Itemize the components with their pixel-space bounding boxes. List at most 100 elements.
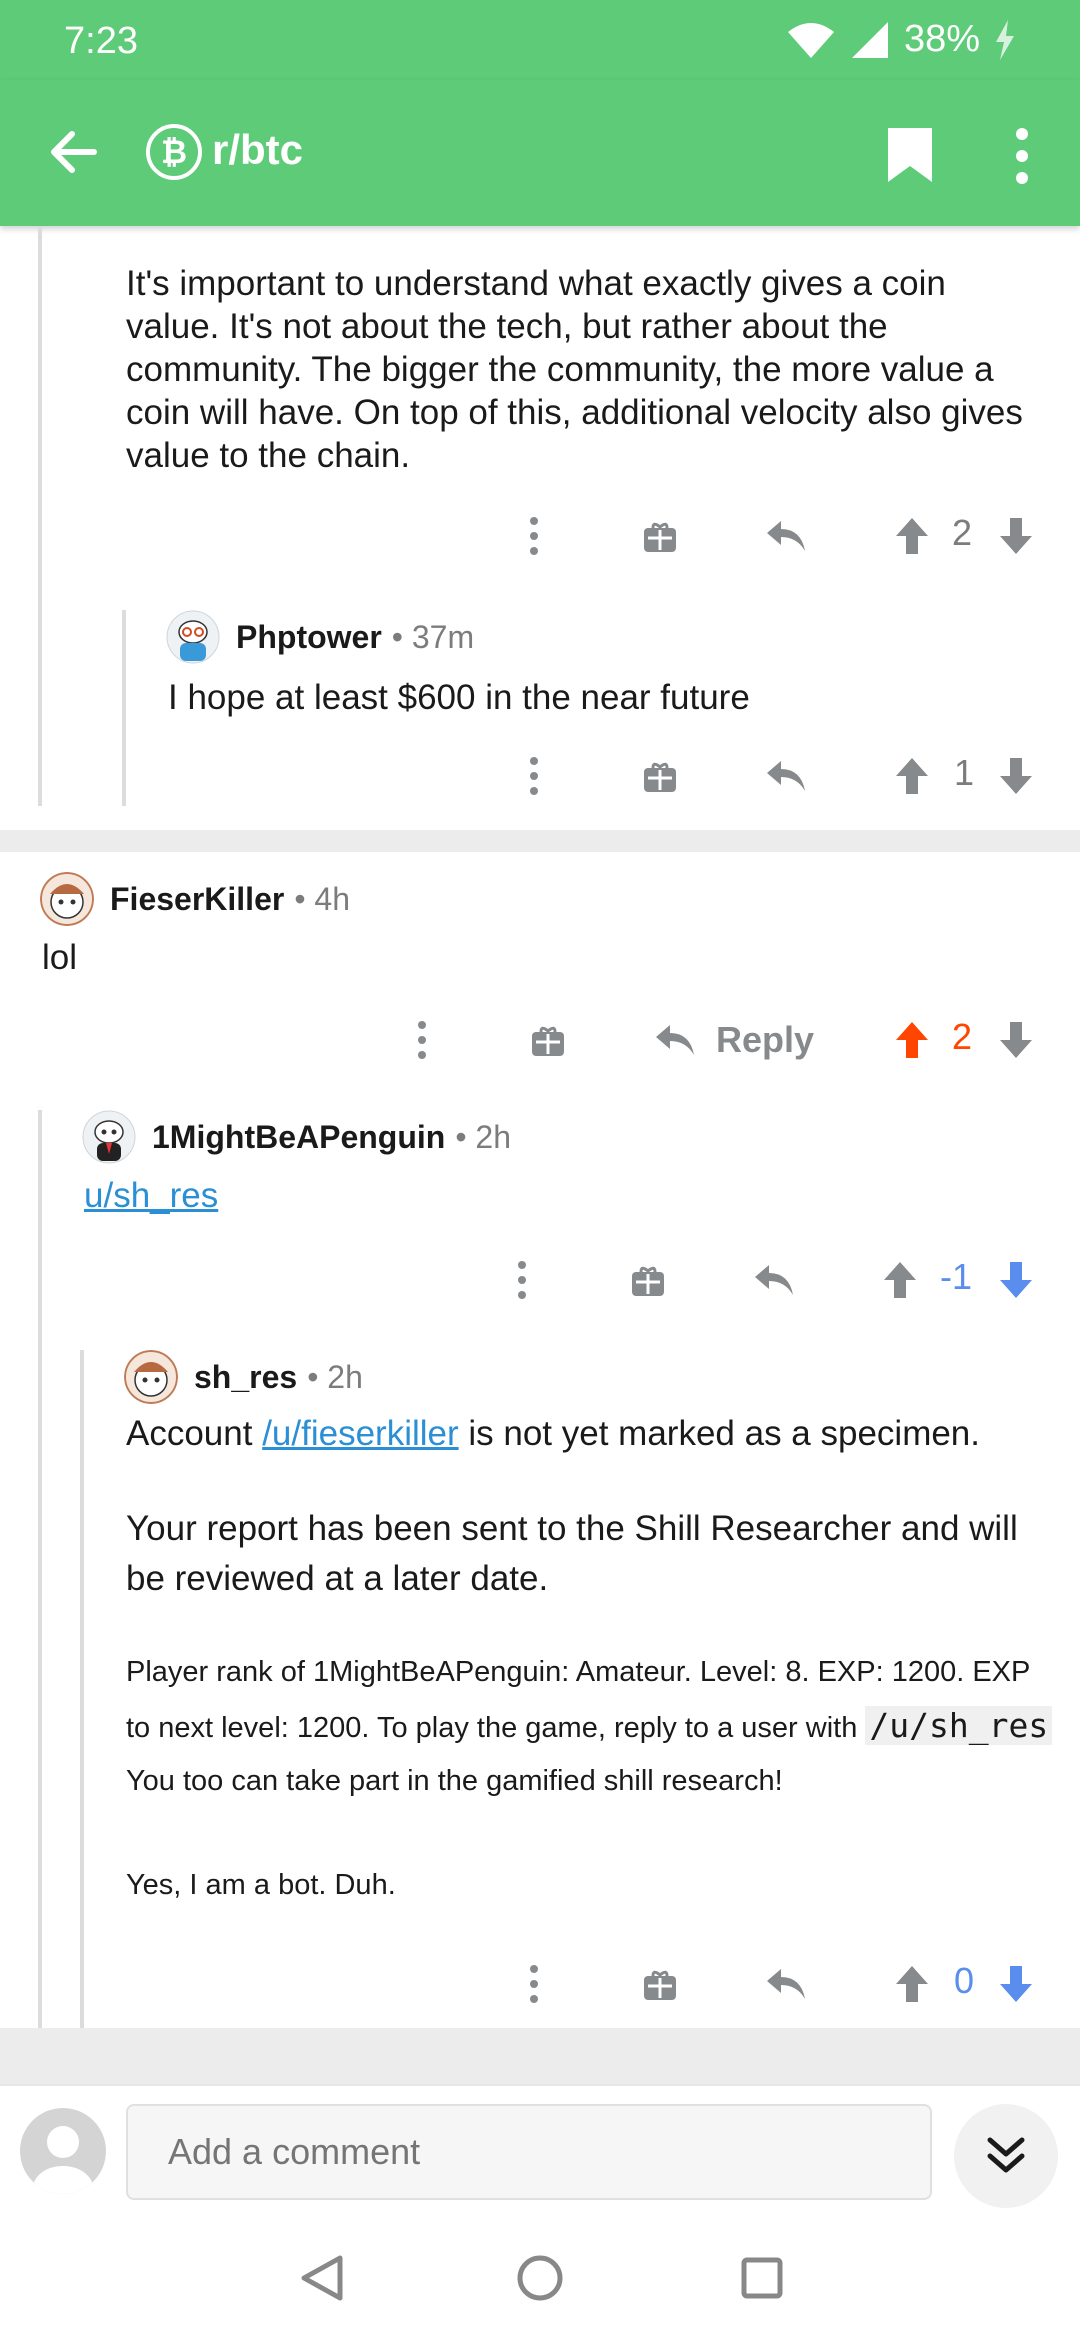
gift-icon (644, 522, 676, 552)
author-name[interactable]: 1MightBeAPenguin (152, 1119, 445, 1156)
reply-button[interactable] (764, 746, 808, 806)
reply-button[interactable]: Reply (654, 1010, 814, 1070)
snoo-avatar-icon (124, 1350, 178, 1404)
upvote-icon (896, 1966, 928, 2002)
award-button[interactable] (628, 1250, 668, 1310)
downvote-button[interactable] (996, 746, 1036, 806)
circle-home-icon (517, 2255, 563, 2301)
subreddit-title[interactable]: r/btc (212, 126, 303, 174)
upvote-icon (896, 758, 928, 794)
vertical-dots-icon (418, 1021, 426, 1059)
vote-score: 2 (952, 512, 973, 553)
status-bar: 7:23 38% (0, 0, 1080, 80)
gift-icon (644, 762, 676, 792)
system-nav-bar (0, 2214, 1080, 2340)
downvote-icon (1000, 1966, 1032, 2002)
more-button[interactable] (516, 1954, 552, 2014)
author-name[interactable]: Phptower (236, 619, 382, 656)
bookmark-icon[interactable] (886, 126, 934, 184)
thread-divider (0, 2028, 1080, 2084)
downvote-button[interactable] (996, 1250, 1036, 1310)
comment-actions: 2 (0, 506, 1080, 566)
reply-icon (655, 1025, 694, 1055)
vertical-dots-icon (530, 517, 538, 555)
comment-meta: sh_res • 2h (124, 1350, 363, 1404)
nav-back-button[interactable] (292, 2248, 352, 2308)
upvote-button[interactable] (892, 506, 932, 566)
more-button[interactable] (516, 506, 552, 566)
reply-icon (767, 1969, 805, 1999)
comment-composer-bar (0, 2084, 1080, 2214)
inline-code: /u/sh_res (865, 1706, 1053, 1745)
comment-paragraph: Player rank of 1MightBeAPenguin: Amateur… (126, 1646, 1058, 1808)
bitcoin-icon: ₿ (160, 133, 188, 170)
downvote-button[interactable] (996, 506, 1036, 566)
comment-paragraph: Account /u/fieserkiller is not yet marke… (126, 1412, 1056, 1455)
comment-body: lol (42, 938, 78, 977)
user-link[interactable]: u/sh_res (84, 1176, 218, 1215)
vote-score: 0 (954, 1960, 975, 2001)
avatar[interactable] (166, 610, 220, 664)
gift-icon (644, 1970, 676, 2000)
award-button[interactable] (640, 746, 680, 806)
reply-button[interactable] (764, 506, 808, 566)
reply-button[interactable] (752, 1250, 796, 1310)
user-link[interactable]: /u/fieserkiller (262, 1414, 458, 1453)
snoo-avatar-icon (166, 610, 220, 664)
avatar[interactable] (124, 1350, 178, 1404)
jump-down-button[interactable] (954, 2104, 1058, 2208)
snoo-avatar-icon (40, 872, 94, 926)
double-chevron-down-icon (987, 2137, 1025, 2173)
upvote-button[interactable] (892, 1954, 932, 2014)
upvote-icon (896, 518, 928, 554)
comment-body: It's important to understand what exactl… (126, 264, 1023, 475)
more-button[interactable] (516, 746, 552, 806)
comment-age: • 4h (294, 880, 350, 917)
award-button[interactable] (640, 1954, 680, 2014)
comment-meta: FieserKiller • 4h (40, 872, 350, 926)
comment-actions: Reply 2 (0, 1010, 1080, 1070)
battery-level: 38% (903, 18, 980, 60)
avatar[interactable] (82, 1110, 136, 1164)
square-recents-icon (741, 2257, 783, 2299)
downvote-icon (1000, 1262, 1032, 1298)
downvote-button[interactable] (996, 1954, 1036, 2014)
user-avatar[interactable] (20, 2108, 106, 2194)
award-button[interactable] (640, 506, 680, 566)
vote-score: 2 (952, 1016, 973, 1057)
nav-recents-button[interactable] (732, 2248, 792, 2308)
downvote-icon (1000, 758, 1032, 794)
vote-score: -1 (940, 1256, 973, 1297)
back-arrow-icon[interactable] (44, 122, 104, 182)
vote-score: 1 (954, 752, 975, 793)
comment-paragraph: Yes, I am a bot. Duh. (126, 1869, 396, 1901)
comment-actions: 1 (0, 746, 1080, 806)
reply-icon (767, 761, 805, 791)
comment-body: I hope at least $600 in the near future (168, 678, 750, 717)
reply-button[interactable] (764, 1954, 808, 2014)
vertical-dots-icon (518, 1261, 526, 1299)
more-options-icon[interactable] (1010, 126, 1034, 186)
app-bar: ₿ r/btc (0, 80, 1080, 226)
downvote-button[interactable] (996, 1010, 1036, 1070)
upvote-icon (896, 1022, 928, 1058)
upvote-button[interactable] (892, 746, 932, 806)
avatar[interactable] (40, 872, 94, 926)
comment-age: • 37m (391, 618, 475, 655)
comment-actions: 0 (0, 1954, 1080, 2014)
award-button[interactable] (528, 1010, 568, 1070)
more-button[interactable] (404, 1010, 440, 1070)
upvote-button[interactable] (880, 1250, 920, 1310)
subreddit-icon[interactable]: ₿ (146, 124, 202, 180)
upvote-button[interactable] (892, 1010, 932, 1070)
reply-icon (767, 521, 805, 551)
user-silhouette-icon (33, 2126, 93, 2194)
reply-icon (755, 1265, 793, 1295)
nav-home-button[interactable] (510, 2248, 570, 2308)
signal-icon (851, 21, 888, 58)
gift-icon (632, 1266, 664, 1296)
author-name[interactable]: FieserKiller (110, 881, 284, 918)
author-name[interactable]: sh_res (194, 1359, 297, 1396)
add-comment-input[interactable] (126, 2104, 932, 2200)
more-button[interactable] (504, 1250, 540, 1310)
